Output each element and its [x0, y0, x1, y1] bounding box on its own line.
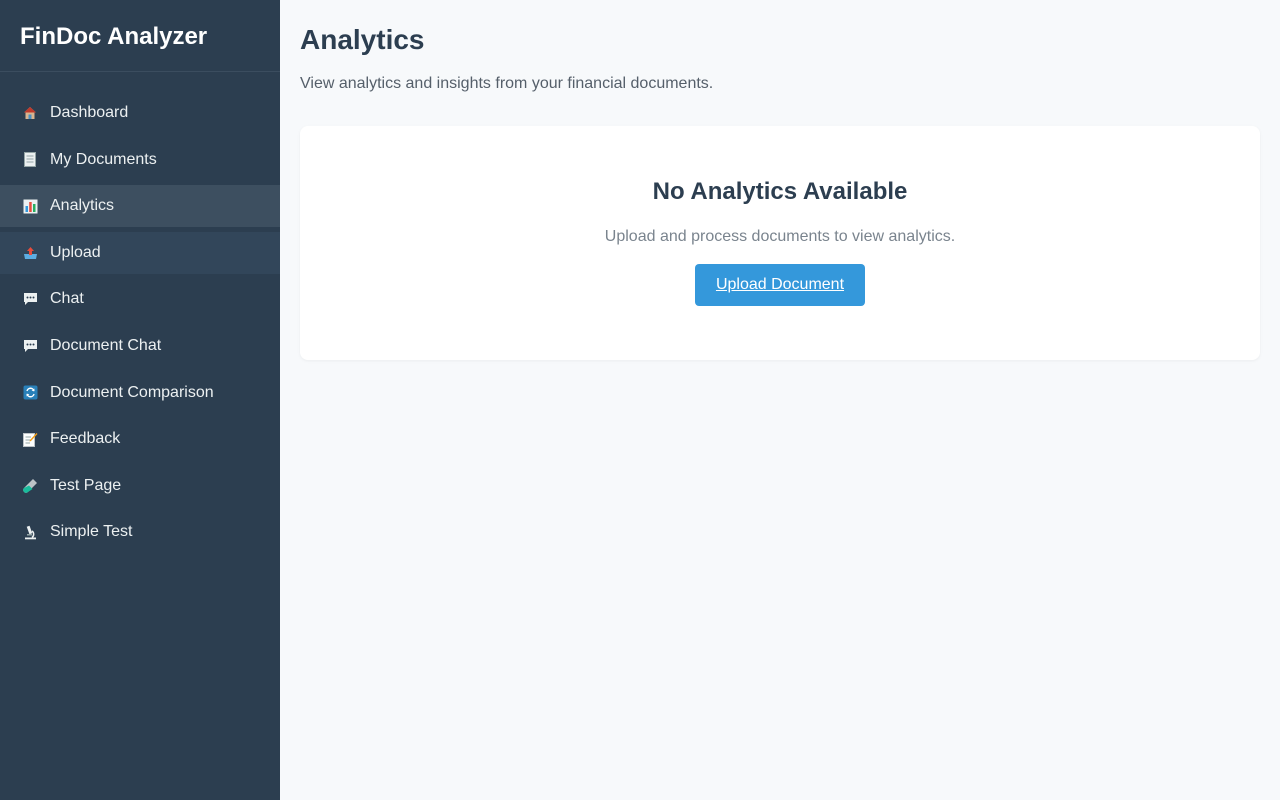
sidebar-item-dashboard[interactable]: Dashboard: [0, 92, 280, 134]
main-content: Analytics View analytics and insights fr…: [300, 0, 1260, 360]
sidebar-item-label: Dashboard: [50, 104, 129, 121]
chat-icon: [22, 338, 38, 354]
sidebar-item-feedback[interactable]: Feedback: [0, 418, 280, 460]
sidebar-item-document-chat[interactable]: Document Chat: [0, 325, 280, 367]
sidebar-item-label: Analytics: [50, 197, 115, 215]
memo-icon: [22, 431, 38, 447]
upload-document-button[interactable]: Upload Document: [695, 264, 865, 306]
test-tube-icon: [22, 478, 38, 494]
sidebar-item-label: Document Chat: [50, 336, 162, 354]
app-title: FinDoc Analyzer: [0, 0, 280, 72]
page-title: Analytics: [300, 24, 425, 55]
bar-chart-icon: [22, 198, 38, 214]
refresh-icon: [22, 385, 38, 401]
microscope-icon: [22, 524, 38, 540]
sidebar-item-label: Document Comparison: [50, 383, 214, 401]
sidebar-nav: Dashboard My Documents Analytics Upload …: [0, 72, 280, 553]
sidebar-item-label: Feedback: [50, 430, 121, 448]
sidebar-item-label: My Documents: [50, 150, 157, 168]
sidebar-item-label: Upload: [50, 243, 101, 261]
sidebar-item-label: Simple Test: [50, 523, 133, 541]
sidebar-item-my-documents[interactable]: My Documents: [0, 139, 280, 181]
sidebar-item-test-page[interactable]: Test Page: [0, 465, 280, 507]
empty-state-message: Upload and process documents to view ana…: [604, 228, 956, 245]
empty-state-title: No Analytics Available: [652, 178, 908, 205]
sidebar: FinDoc Analyzer Dashboard My Documents A…: [0, 0, 280, 800]
upload-icon: [22, 245, 38, 261]
empty-state-card: No Analytics Available Upload and proces…: [300, 126, 1260, 360]
sidebar-item-chat[interactable]: Chat: [0, 278, 280, 320]
sidebar-item-upload[interactable]: Upload: [0, 231, 280, 274]
document-icon: [22, 152, 38, 168]
home-icon: [22, 105, 38, 121]
sidebar-item-label: Test Page: [50, 476, 122, 494]
sidebar-item-label: Chat: [50, 290, 84, 308]
page-subtitle: View analytics and insights from your fi…: [300, 75, 714, 92]
sidebar-item-document-comparison[interactable]: Document Comparison: [0, 372, 280, 414]
sidebar-item-simple-test[interactable]: Simple Test: [0, 511, 280, 553]
chat-icon: [22, 291, 38, 307]
sidebar-item-analytics[interactable]: Analytics: [0, 185, 280, 228]
